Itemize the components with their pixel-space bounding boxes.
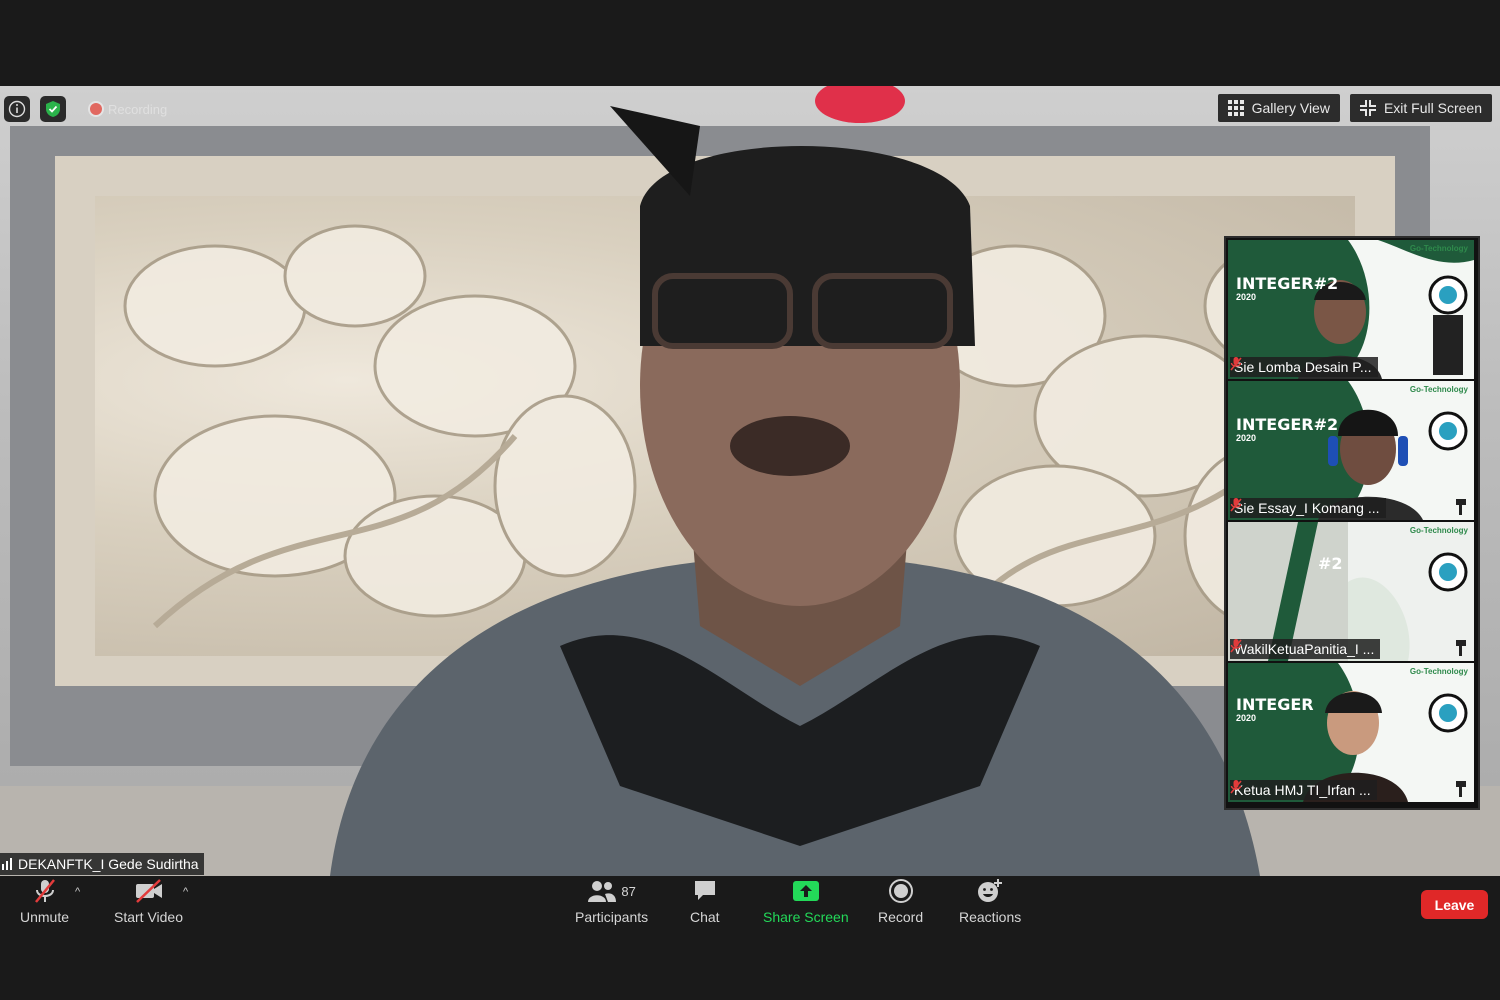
unmute-label: Unmute [20, 909, 70, 925]
recording-label: Recording [108, 101, 168, 117]
view-controls: Gallery View Exit Full Screen [1217, 94, 1492, 122]
tile-banner-text: INTEGER#2 [1236, 274, 1339, 293]
muted-mic-icon [1230, 639, 1242, 653]
share-screen-icon [792, 881, 819, 901]
gallery-view-button[interactable]: Gallery View [1217, 94, 1340, 122]
participant-name: Sie Essay_I Komang ... [1234, 500, 1380, 516]
reactions-button[interactable]: Reactions [959, 878, 1021, 925]
video-off-icon [135, 879, 162, 903]
gallery-strip: INTEGER#2 2020 Go-Technology Sie Lomba D… [1224, 236, 1480, 810]
bottom-letterbox [0, 930, 1500, 1000]
tile-banner-text: INTEGER#2 [1236, 415, 1339, 434]
audio-options-caret-icon[interactable]: ^ [75, 886, 80, 898]
video-options-caret-icon[interactable]: ^ [183, 886, 188, 898]
participants-count: 87 [621, 883, 636, 899]
top-letterbox [0, 0, 1500, 86]
speaker-name: DEKANFTK_I Gede Sudirtha [18, 856, 199, 872]
participant-tile[interactable]: #2 Go-Technology WakilKetuaPanitia_I ... [1228, 522, 1474, 661]
exit-fullscreen-icon [1359, 100, 1376, 116]
record-button[interactable]: Record [878, 878, 923, 925]
participant-tile[interactable]: INTEGER#2 2020 Go-Technology Sie Essay_I… [1228, 381, 1474, 520]
gallery-view-label: Gallery View [1251, 100, 1330, 116]
chat-button[interactable]: Chat [690, 878, 720, 925]
meeting-status-icons: Recording [4, 96, 167, 122]
record-label: Record [878, 909, 924, 925]
exit-fullscreen-label: Exit Full Screen [1383, 100, 1482, 116]
start-video-label: Start Video [114, 909, 184, 925]
participants-button[interactable]: 87 Participants [575, 878, 648, 925]
tile-banner-year: 2020 [1236, 292, 1257, 302]
reaction-emoji-icon [978, 879, 1003, 902]
chat-bubble-icon [694, 881, 715, 900]
grid-icon [1227, 100, 1244, 116]
recording-indicator: Recording [90, 102, 167, 117]
recording-dot-icon [90, 103, 102, 115]
tile-name-tag: Sie Essay_I Komang ... [1230, 498, 1386, 518]
record-icon [888, 879, 913, 903]
participants-label: Participants [575, 909, 649, 925]
tile-name-tag: Ketua HMJ TI_Irfan ... [1230, 780, 1377, 800]
tile-brand: Go-Technology [1409, 385, 1468, 394]
start-video-button[interactable]: Start Video [114, 878, 183, 925]
chat-label: Chat [690, 909, 720, 925]
encryption-shield-icon[interactable] [40, 96, 66, 122]
speaker-name-tag: DEKANFTK_I Gede Sudirtha [0, 853, 204, 875]
participant-name: Sie Lomba Desain P... [1234, 359, 1372, 375]
meeting-info-icon[interactable] [4, 96, 30, 122]
muted-mic-icon [1230, 780, 1242, 794]
muted-mic-icon [34, 879, 55, 903]
tile-brand: Go-Technology [1409, 526, 1468, 535]
share-screen-button[interactable]: Share Screen [763, 878, 849, 925]
tile-name-tag: WakilKetuaPanitia_I ... [1230, 639, 1381, 659]
share-screen-label: Share Screen [763, 909, 849, 925]
signal-bars-icon [2, 858, 12, 870]
leave-button[interactable]: Leave [1421, 890, 1488, 919]
participant-tile[interactable]: INTEGER 2020 Go-Technology Ketua HMJ TI_… [1228, 663, 1474, 802]
muted-mic-icon [1230, 357, 1242, 371]
participants-icon [588, 881, 617, 902]
tile-brand: Go-Technology [1409, 667, 1468, 676]
participant-tile[interactable]: INTEGER#2 2020 Go-Technology Sie Lomba D… [1228, 240, 1474, 379]
tile-banner-text: INTEGER [1236, 695, 1314, 714]
reactions-label: Reactions [959, 909, 1022, 925]
tile-brand: Go-Technology [1409, 244, 1468, 253]
tile-banner-year: 2020 [1236, 713, 1257, 723]
muted-mic-icon [1230, 498, 1242, 512]
meeting-toolbar: Unmute ^ Start Video ^ 87 Participants C… [0, 876, 1500, 930]
tile-banner-text: #2 [1318, 554, 1343, 573]
participant-name: WakilKetuaPanitia_I ... [1234, 641, 1375, 657]
tile-banner-year: 2020 [1236, 433, 1257, 443]
unmute-button[interactable]: Unmute [20, 878, 69, 925]
participant-name: Ketua HMJ TI_Irfan ... [1234, 782, 1371, 798]
exit-fullscreen-button[interactable]: Exit Full Screen [1349, 94, 1492, 122]
tile-name-tag: Sie Lomba Desain P... [1230, 357, 1378, 377]
